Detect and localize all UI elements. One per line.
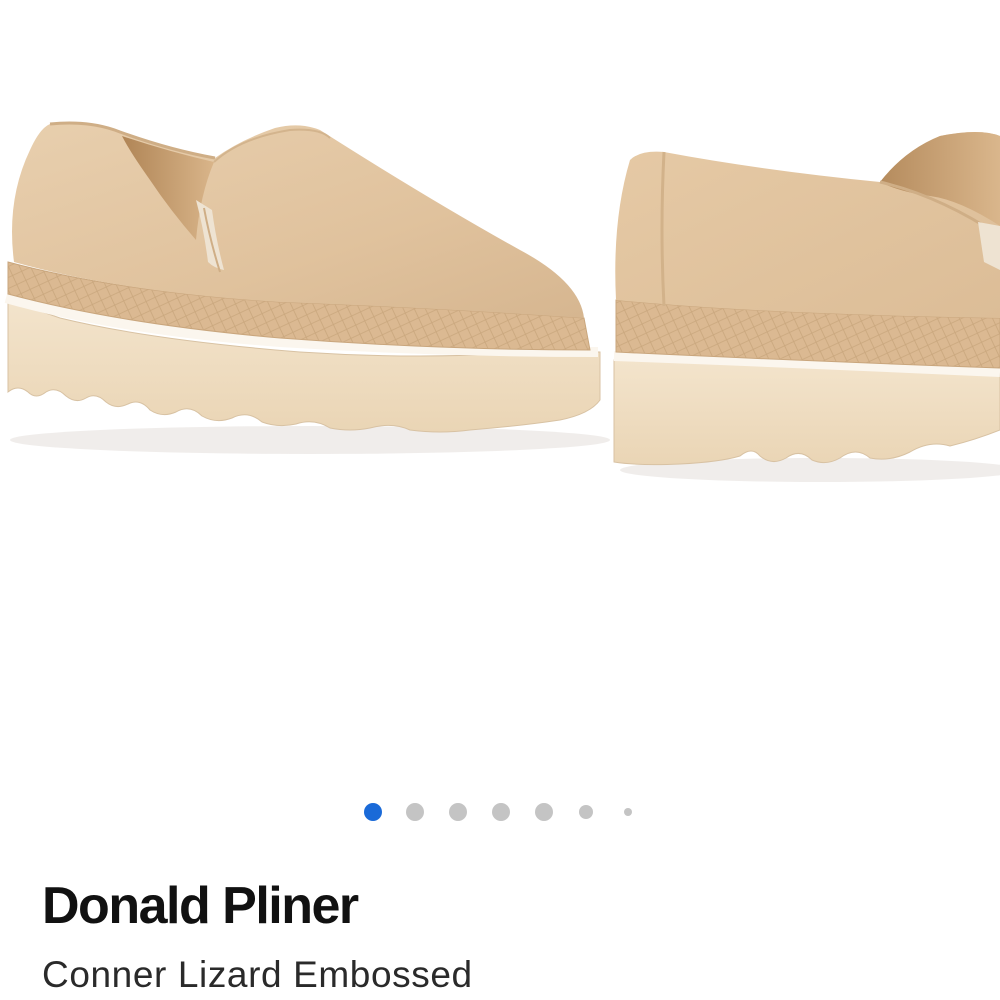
left-shoe-illustration xyxy=(4,121,610,454)
product-image[interactable] xyxy=(0,0,1000,780)
right-shoe-illustration xyxy=(613,132,1000,482)
carousel-dot-6[interactable] xyxy=(579,805,593,819)
carousel-dot-1[interactable] xyxy=(364,803,382,821)
carousel-dot-2[interactable] xyxy=(406,803,424,821)
carousel-dot-3[interactable] xyxy=(449,803,467,821)
carousel-pagination xyxy=(0,803,1000,823)
product-title: Conner Lizard Embossed xyxy=(42,954,473,995)
product-image-carousel[interactable] xyxy=(0,0,1000,780)
carousel-dot-5[interactable] xyxy=(535,803,553,821)
brand-name[interactable]: Donald Pliner xyxy=(42,880,359,932)
carousel-dot-7[interactable] xyxy=(624,808,632,816)
carousel-dot-4[interactable] xyxy=(492,803,510,821)
